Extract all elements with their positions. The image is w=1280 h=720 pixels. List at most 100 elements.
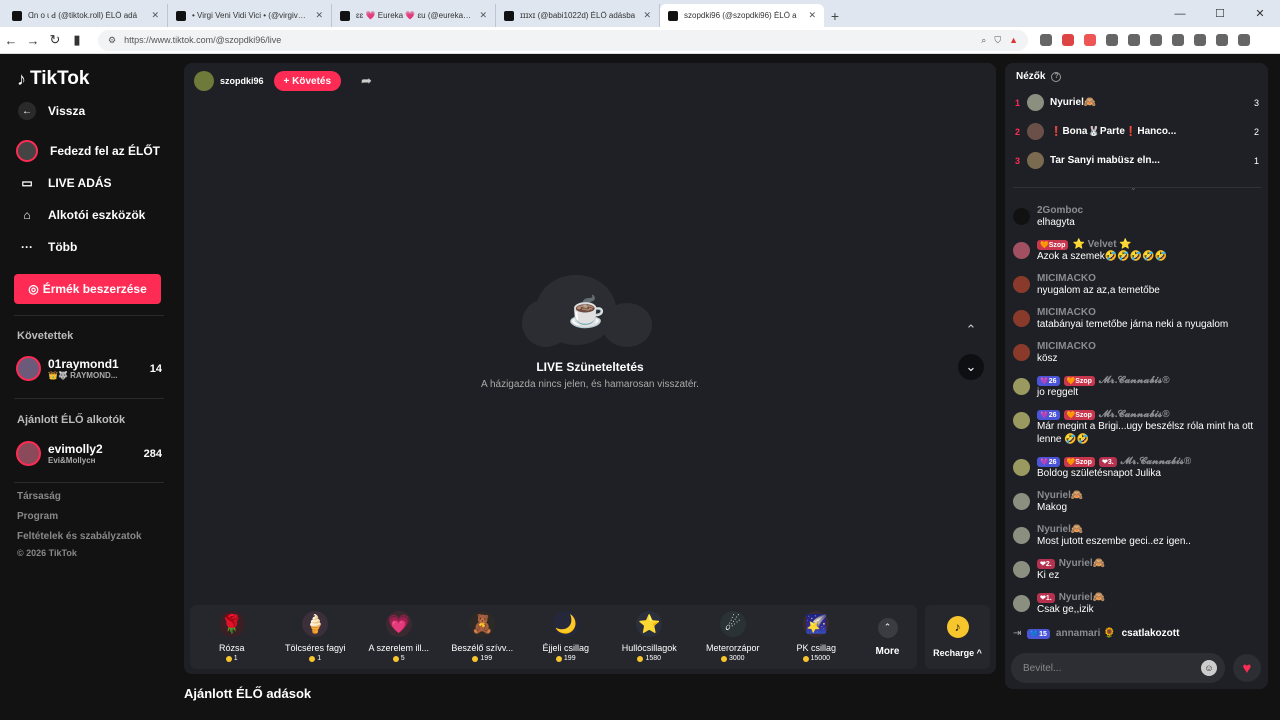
footer-link-company[interactable]: Társaság [17, 491, 61, 502]
footer-link-terms[interactable]: Feltételek és szabályzatok [17, 531, 142, 542]
gift-item[interactable]: 🧸 Beszélő szívv... 199 [441, 605, 525, 669]
message-username[interactable]: Nyuriel🙈 [1059, 592, 1105, 603]
extension-icon[interactable] [1106, 34, 1118, 46]
avatar[interactable] [1013, 527, 1030, 544]
avatar[interactable] [1013, 412, 1030, 429]
url-text[interactable]: https://www.tiktok.com/@szopdki96/live [124, 35, 973, 45]
avatar[interactable] [1013, 310, 1030, 327]
browser-tab[interactable]: ɛɛ 💗 Eureka 💗 ɛu (@eurekaeurek ✕ [332, 4, 496, 27]
message-username[interactable]: Nyuriel🙈 [1059, 558, 1105, 569]
info-icon[interactable]: ? [1051, 71, 1062, 82]
back-label: Vissza [48, 104, 86, 118]
gift-item[interactable]: 🌹 Rózsa 1 [190, 605, 274, 669]
browser-tab[interactable]: szopdki96 (@szopdki96) ÉLŐ a ✕ [660, 4, 824, 27]
gift-item[interactable]: 💗 A szerelem ill... 5 [357, 605, 441, 669]
extension-icon[interactable] [1150, 34, 1162, 46]
more-gifts-button[interactable]: ⌃ More [858, 605, 917, 669]
host-name[interactable]: szopdki96 [220, 76, 264, 86]
message-header: 💜26 🧡Szop 𝓜𝓻.𝓒𝓪𝓷𝓷𝓪𝓫𝓲𝓼® [1037, 375, 1263, 386]
site-info-icon[interactable]: ⚙ [108, 35, 116, 46]
join-user[interactable]: annamari 🌻 [1056, 628, 1116, 639]
message-username[interactable]: Nyuriel🙈 [1037, 490, 1083, 501]
message-username[interactable]: 2Gomboc [1037, 205, 1083, 216]
extension-icon[interactable] [1062, 34, 1074, 46]
message-username[interactable]: MICIMACKO [1037, 341, 1096, 352]
close-tab-icon[interactable]: ✕ [479, 10, 487, 21]
chevron-down-icon[interactable]: ⌄ [1130, 183, 1137, 192]
heart-icon[interactable]: ♥ [1233, 654, 1261, 682]
back-icon[interactable]: ← [0, 33, 22, 48]
message-username[interactable]: MICIMACKO [1037, 273, 1096, 284]
chevron-up-icon[interactable]: ⌃ [958, 317, 984, 343]
nav-more[interactable]: ··· Több [18, 238, 77, 256]
extension-icon[interactable] [1128, 34, 1140, 46]
zoom-icon[interactable]: ⌕ [981, 35, 986, 46]
footer-link-program[interactable]: Program [17, 511, 58, 522]
tiktok-logo[interactable]: ♪ TikTok [17, 68, 89, 90]
reload-icon[interactable]: ↻ [44, 32, 66, 48]
back-link[interactable]: ← Vissza [18, 102, 85, 120]
close-tab-icon[interactable]: ✕ [808, 10, 816, 21]
share-icon[interactable]: ➦ [361, 73, 372, 89]
avatar[interactable] [1013, 561, 1030, 578]
nav-explore-live[interactable]: Fedezd fel az ÉLŐT [16, 140, 160, 162]
message-username[interactable]: 𝓜𝓻.𝓒𝓪𝓷𝓷𝓪𝓫𝓲𝓼® [1099, 375, 1170, 386]
message-username[interactable]: MICIMACKO [1037, 307, 1096, 318]
extension-icon[interactable] [1084, 34, 1096, 46]
maximize-icon[interactable]: ☐ [1200, 0, 1240, 27]
extension-icon[interactable] [1216, 34, 1228, 46]
recharge-button[interactable]: ♪ Recharge ^ [925, 605, 990, 669]
avatar[interactable] [1013, 276, 1030, 293]
chat-input[interactable] [1023, 662, 1201, 674]
host-avatar[interactable] [194, 71, 214, 91]
recommended-account[interactable]: evimolly2 Evi&Mollycн 284 [16, 441, 162, 466]
avatar[interactable] [1013, 344, 1030, 361]
close-window-icon[interactable]: ✕ [1240, 0, 1280, 27]
message-header: MICIMACKO [1037, 341, 1263, 352]
nav-live-broadcast[interactable]: ▭ LIVE ADÁS [18, 174, 111, 192]
avatar[interactable] [1013, 493, 1030, 510]
chevron-down-icon[interactable]: ⌄ [958, 354, 984, 380]
message-username[interactable]: 𝓜𝓻.𝓒𝓪𝓷𝓷𝓪𝓫𝓲𝓼® [1099, 409, 1170, 420]
browser-tab[interactable]: • Virgi Veni Vidi Vici • (@virgivenivid ✕ [168, 4, 332, 27]
avatar[interactable] [1013, 459, 1030, 476]
buy-coins-button[interactable]: ◎ Érmék beszerzése [14, 274, 161, 304]
avatar[interactable] [1013, 595, 1030, 612]
extension-icon[interactable] [1040, 34, 1052, 46]
gift-item[interactable]: ⭐ Hullócsillagok 1580 [608, 605, 692, 669]
message-username[interactable]: ⭐ Velvet ⭐ [1072, 239, 1131, 250]
message-text: elhagyta [1037, 217, 1075, 228]
gift-item[interactable]: 🌙 Éjjeli csillag 199 [524, 605, 608, 669]
extension-icon[interactable] [1172, 34, 1184, 46]
bookmark-icon[interactable]: ▮ [66, 32, 88, 48]
message-username[interactable]: 𝓜𝓻.𝓒𝓪𝓷𝓷𝓪𝓫𝓲𝓼® [1121, 456, 1192, 467]
emoji-icon[interactable]: ☺ [1201, 660, 1217, 676]
gift-item[interactable]: ☄ Meterorzápor 3000 [691, 605, 775, 669]
tiktok-favicon-icon [504, 10, 514, 21]
minimize-icon[interactable]: — [1160, 0, 1200, 27]
browser-tab[interactable]: Ɑn o ɩ ꓒ (@tiktok.roll) ÉLŐ adá ✕ [4, 4, 168, 27]
following-account[interactable]: 01raymond1 👑🐺 RAYMOND... 14 [16, 356, 162, 381]
gift-item[interactable]: 🍦 Tölcséres fagyi 1 [274, 605, 358, 669]
avatar[interactable] [1013, 378, 1030, 395]
avatar[interactable] [1013, 208, 1030, 225]
avatar[interactable] [1013, 242, 1030, 259]
message-username[interactable]: Nyuriel🙈 [1037, 524, 1083, 535]
close-tab-icon[interactable]: ✕ [151, 10, 159, 21]
close-tab-icon[interactable]: ✕ [643, 10, 651, 21]
viewer-row[interactable]: 1 Nyuriel🙈 3 [1015, 94, 1259, 111]
shield-icon[interactable]: ⛉ [994, 35, 1001, 46]
alert-icon[interactable]: ▲ [1009, 35, 1018, 45]
viewer-row[interactable]: 2 ❗Bona🐰Parte❗Hanco... 2 [1015, 123, 1259, 140]
extension-icon[interactable] [1194, 34, 1206, 46]
forward-icon[interactable]: → [22, 33, 44, 48]
nav-creator-tools[interactable]: ⌂ Alkotói eszközök [18, 206, 145, 224]
viewer-row[interactable]: 3 Tar Sanyi mabüsz eln... 1 [1015, 152, 1259, 169]
browser-tab[interactable]: ɪɪɪxɪ (@babi1022d) ÉLŐ adásba ✕ [496, 4, 660, 27]
new-tab-button[interactable]: + [824, 4, 846, 27]
gift-item[interactable]: 🌠 PK csillag 15000 [775, 605, 859, 669]
menu-icon[interactable] [1238, 34, 1250, 46]
close-tab-icon[interactable]: ✕ [315, 10, 323, 21]
follow-button[interactable]: + Követés [273, 71, 342, 91]
url-bar[interactable]: ⚙ https://www.tiktok.com/@szopdki96/live… [98, 29, 1028, 51]
